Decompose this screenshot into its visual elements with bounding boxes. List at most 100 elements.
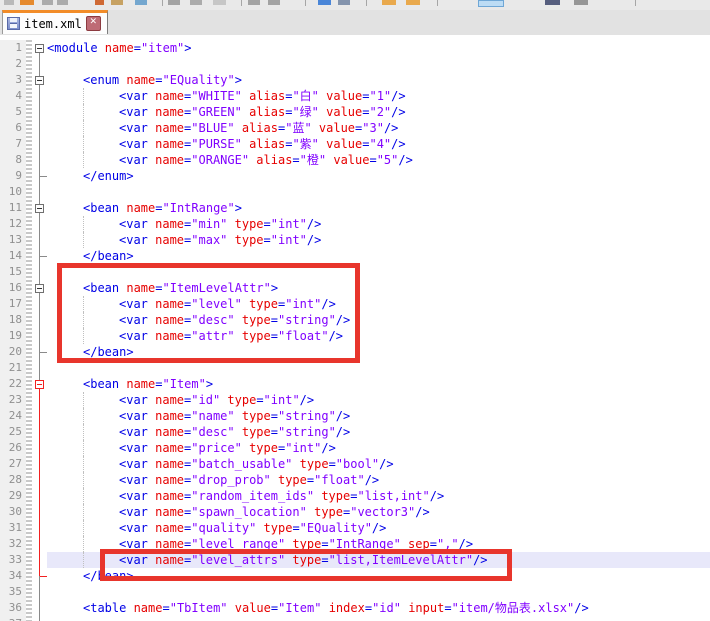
code-line[interactable]: 11<bean name="IntRange"> bbox=[0, 200, 710, 216]
indent-guide bbox=[83, 120, 84, 136]
fold-margin bbox=[32, 424, 47, 440]
code-line[interactable]: 15 bbox=[0, 264, 710, 280]
code-text: <var name="ORANGE" alias="橙" value="5"/> bbox=[47, 152, 710, 168]
toolbar-button-fragment[interactable] bbox=[268, 0, 280, 5]
code-line[interactable]: 13<var name="max" type="int"/> bbox=[0, 232, 710, 248]
line-number: 17 bbox=[0, 296, 26, 312]
toolbar-button-fragment[interactable] bbox=[168, 0, 180, 5]
fold-toggle-icon[interactable] bbox=[35, 44, 44, 53]
code-text: <var name="quality" type="EQuality"/> bbox=[47, 520, 710, 536]
toolbar-button-fragment[interactable] bbox=[338, 0, 350, 5]
code-line[interactable]: 18<var name="desc" type="string"/> bbox=[0, 312, 710, 328]
code-line[interactable]: 2 bbox=[0, 56, 710, 72]
code-line[interactable]: 6<var name="BLUE" alias="蓝" value="3"/> bbox=[0, 120, 710, 136]
code-line[interactable]: 34</bean> bbox=[0, 568, 710, 584]
line-number: 36 bbox=[0, 600, 26, 616]
line-number: 18 bbox=[0, 312, 26, 328]
tab-item-xml[interactable]: item.xml ✕ bbox=[2, 10, 108, 34]
line-number: 25 bbox=[0, 424, 26, 440]
toolbar-button-fragment[interactable] bbox=[57, 0, 68, 5]
code-line[interactable]: 19<var name="attr" type="float"/> bbox=[0, 328, 710, 344]
code-text: <var name="GREEN" alias="绿" value="2"/> bbox=[47, 104, 710, 120]
toolbar-button-fragment[interactable] bbox=[135, 0, 147, 5]
fold-margin bbox=[32, 40, 47, 56]
fold-margin bbox=[32, 520, 47, 536]
line-number: 27 bbox=[0, 456, 26, 472]
fold-margin bbox=[32, 248, 47, 264]
code-line[interactable]: 26<var name="price" type="int"/> bbox=[0, 440, 710, 456]
toolbar-button-fragment[interactable] bbox=[95, 0, 104, 5]
fold-margin bbox=[32, 536, 47, 552]
fold-margin bbox=[32, 200, 47, 216]
code-line[interactable]: 22<bean name="Item"> bbox=[0, 376, 710, 392]
fold-margin bbox=[32, 88, 47, 104]
indent-guide bbox=[83, 136, 84, 152]
toolbar-button-fragment[interactable] bbox=[248, 0, 260, 5]
toolbar-button-fragment[interactable] bbox=[20, 0, 34, 5]
code-line[interactable]: 3<enum name="EQuality"> bbox=[0, 72, 710, 88]
line-number: 2 bbox=[0, 56, 26, 72]
code-line[interactable]: 33<var name="level_attrs" type="list,Ite… bbox=[0, 552, 710, 568]
code-line[interactable]: 21 bbox=[0, 360, 710, 376]
fold-toggle-icon[interactable] bbox=[35, 284, 44, 293]
code-line[interactable]: 28<var name="drop_prob" type="float"/> bbox=[0, 472, 710, 488]
code-line[interactable]: 20</bean> bbox=[0, 344, 710, 360]
fold-toggle-icon[interactable] bbox=[35, 76, 44, 85]
code-line[interactable]: 24<var name="name" type="string"/> bbox=[0, 408, 710, 424]
fold-margin bbox=[32, 616, 47, 621]
toolbar-button-fragment[interactable] bbox=[42, 0, 53, 5]
code-text: <bean name="Item"> bbox=[47, 376, 710, 392]
code-text: <var name="level" type="int"/> bbox=[47, 296, 710, 312]
code-line[interactable]: 1<module name="item"> bbox=[0, 40, 710, 56]
code-line[interactable]: 35 bbox=[0, 584, 710, 600]
line-number: 1 bbox=[0, 40, 26, 56]
code-line[interactable]: 9</enum> bbox=[0, 168, 710, 184]
line-number: 14 bbox=[0, 248, 26, 264]
fold-margin bbox=[32, 152, 47, 168]
toolbar-button-fragment[interactable] bbox=[318, 0, 331, 5]
toolbar-button-fragment[interactable] bbox=[4, 0, 14, 5]
code-line[interactable]: 4<var name="WHITE" alias="白" value="1"/> bbox=[0, 88, 710, 104]
code-line[interactable]: 29<var name="random_item_ids" type="list… bbox=[0, 488, 710, 504]
indent-guide bbox=[83, 392, 84, 408]
code-line[interactable]: 16<bean name="ItemLevelAttr"> bbox=[0, 280, 710, 296]
toolbar-button-fragment[interactable] bbox=[190, 0, 202, 5]
line-number: 24 bbox=[0, 408, 26, 424]
code-line[interactable]: 30<var name="spawn_location" type="vecto… bbox=[0, 504, 710, 520]
code-text: <var name="WHITE" alias="白" value="1"/> bbox=[47, 88, 710, 104]
toolbar-button-fragment[interactable] bbox=[478, 0, 504, 7]
code-text bbox=[47, 184, 710, 200]
toolbar-button-fragment[interactable] bbox=[545, 0, 560, 5]
fold-toggle-icon[interactable] bbox=[35, 204, 44, 213]
fold-margin bbox=[32, 568, 47, 584]
code-line[interactable]: 37 bbox=[0, 616, 710, 621]
fold-margin bbox=[32, 376, 47, 392]
toolbar-button-fragment[interactable] bbox=[213, 0, 226, 5]
code-line[interactable]: 23<var name="id" type="int"/> bbox=[0, 392, 710, 408]
code-line[interactable]: 14 </bean> bbox=[0, 248, 710, 264]
toolbar-button-fragment[interactable] bbox=[406, 0, 420, 5]
code-text: <var name="min" type="int"/> bbox=[47, 216, 710, 232]
line-number: 15 bbox=[0, 264, 26, 280]
code-line[interactable]: 32<var name="level_range" type="IntRange… bbox=[0, 536, 710, 552]
code-text: <var name="BLUE" alias="蓝" value="3"/> bbox=[47, 120, 710, 136]
toolbar-button-fragment[interactable] bbox=[111, 0, 123, 5]
toolbar-button-fragment[interactable] bbox=[574, 0, 588, 5]
code-line[interactable]: 10 bbox=[0, 184, 710, 200]
tab-title: item.xml bbox=[24, 17, 82, 31]
code-line[interactable]: 31<var name="quality" type="EQuality"/> bbox=[0, 520, 710, 536]
code-text: </bean> bbox=[47, 248, 710, 264]
code-line[interactable]: 8<var name="ORANGE" alias="橙" value="5"/… bbox=[0, 152, 710, 168]
toolbar-button-fragment[interactable] bbox=[382, 0, 396, 5]
code-line[interactable]: 17 <var name="level" type="int"/> bbox=[0, 296, 710, 312]
code-line[interactable]: 5<var name="GREEN" alias="绿" value="2"/> bbox=[0, 104, 710, 120]
code-line[interactable]: 7<var name="PURSE" alias="紫" value="4"/> bbox=[0, 136, 710, 152]
close-tab-icon[interactable]: ✕ bbox=[86, 16, 101, 31]
code-editor[interactable]: 1<module name="item">23<enum name="EQual… bbox=[0, 35, 710, 621]
code-line[interactable]: 25<var name="desc" type="string"/> bbox=[0, 424, 710, 440]
fold-toggle-icon-active[interactable] bbox=[35, 380, 44, 389]
line-number: 7 bbox=[0, 136, 26, 152]
code-line[interactable]: 12<var name="min" type="int"/> bbox=[0, 216, 710, 232]
code-line[interactable]: 36<table name="TbItem" value="Item" inde… bbox=[0, 600, 710, 616]
code-line[interactable]: 27<var name="batch_usable" type="bool"/> bbox=[0, 456, 710, 472]
